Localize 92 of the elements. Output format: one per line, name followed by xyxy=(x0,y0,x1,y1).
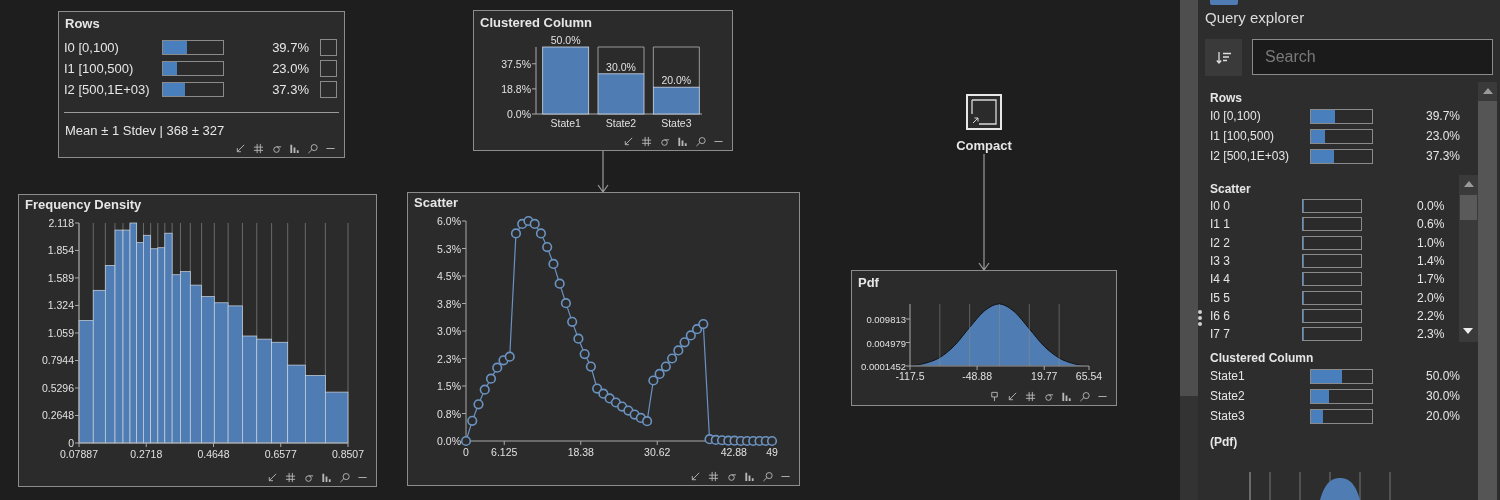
axis-label: 0 xyxy=(68,437,74,449)
item-label: I0 0 xyxy=(1210,199,1231,214)
card-title: Scatter xyxy=(413,194,460,212)
axis-label: 65.54 xyxy=(1075,370,1103,382)
share-value: 37.3% xyxy=(1424,149,1460,163)
axis-label: State1 xyxy=(550,117,581,129)
axis-label: 0.7944 xyxy=(41,354,74,367)
axis-label: 0.0% xyxy=(507,108,531,120)
axis-label: 1.854 xyxy=(47,244,74,257)
card-title: Rows xyxy=(64,15,101,33)
share-value: 20.0% xyxy=(1424,409,1460,423)
axis-label: 0.07887 xyxy=(60,448,98,460)
axis-label: 2.118 xyxy=(48,217,74,229)
item-label: State1 xyxy=(1210,369,1246,383)
row-label: I1 [100,500) xyxy=(64,61,135,76)
share-value: 37.3% xyxy=(271,82,309,97)
axis-label: 0 xyxy=(463,446,469,458)
axis-label: -48.88 xyxy=(962,370,992,382)
item-label: I5 5 xyxy=(1210,290,1231,305)
axis-label: 0.2648 xyxy=(41,409,74,422)
share-value: 1.4% xyxy=(1416,254,1445,269)
axis-label: 2.3% xyxy=(437,352,461,365)
axis-label: 0.0001452 xyxy=(861,361,906,372)
axis-label: 0.004979 xyxy=(866,337,906,349)
value-label: 20.0% xyxy=(661,74,692,87)
section-title: (Pdf) xyxy=(1210,434,1238,450)
axis-label: 42.88 xyxy=(720,446,747,458)
item-label: I0 [0,100) xyxy=(1210,109,1262,123)
section-title: Clustered Column xyxy=(1210,350,1314,366)
row-label: I0 [0,100) xyxy=(64,40,120,55)
section-title: Scatter xyxy=(1210,181,1251,197)
axis-label: 3.0% xyxy=(437,325,461,337)
item-label: I1 [100,500) xyxy=(1210,129,1276,143)
axis-label: 37.5% xyxy=(501,57,531,70)
item-label: I7 7 xyxy=(1210,327,1231,342)
axis-label: 0.8507 xyxy=(331,448,365,460)
item-label: I2 [500,1E+03) xyxy=(1210,149,1291,163)
search-field[interactable]: Search xyxy=(1252,39,1493,75)
row-label: I2 [500,1E+03) xyxy=(64,82,151,97)
axis-label: 5.3% xyxy=(437,242,461,255)
axis-label: 0.4648 xyxy=(197,448,230,460)
value-label: 30.0% xyxy=(606,60,636,73)
share-value: 1.0% xyxy=(1416,235,1445,250)
axis-label: 0.0% xyxy=(437,435,461,447)
share-value: 2.2% xyxy=(1416,308,1445,323)
axis-label: 1.5% xyxy=(437,380,461,392)
axis-label: 0.009813 xyxy=(866,314,906,325)
axis-label: -117.5 xyxy=(895,370,925,382)
card-title: Pdf xyxy=(857,274,880,292)
axis-label: 3.8% xyxy=(437,297,461,310)
share-value: 2.3% xyxy=(1416,327,1445,342)
axis-label: 6.125 xyxy=(491,446,518,458)
share-value: 39.7% xyxy=(271,40,309,55)
item-label: I6 6 xyxy=(1210,308,1231,323)
share-value: 0.6% xyxy=(1416,217,1445,232)
axis-label: 4.5% xyxy=(437,270,461,282)
axis-label: 49 xyxy=(766,446,778,458)
axis-label: 18.38 xyxy=(567,446,594,458)
axis-label: 1.324 xyxy=(47,299,74,312)
item-label: I4 4 xyxy=(1210,272,1231,287)
item-label: State3 xyxy=(1210,409,1246,423)
panel-title: Query explorer xyxy=(1205,9,1305,27)
item-label: I3 3 xyxy=(1210,254,1231,269)
axis-label: State3 xyxy=(661,117,692,129)
axis-label: 19.77 xyxy=(1031,370,1058,382)
share-value: 2.0% xyxy=(1416,290,1445,305)
axis-label: 1.059 xyxy=(47,327,74,339)
share-value: 50.0% xyxy=(1424,369,1460,383)
share-value: 23.0% xyxy=(1424,129,1460,143)
item-label: I2 2 xyxy=(1210,235,1231,250)
axis-label: 0.2718 xyxy=(130,448,163,460)
share-value: 23.0% xyxy=(271,61,309,76)
item-label: I1 1 xyxy=(1210,217,1231,232)
axis-label: State2 xyxy=(605,117,637,129)
share-value: 0.0% xyxy=(1416,199,1445,214)
value-label: 50.0% xyxy=(550,34,581,46)
summary-text: Mean ± 1 Stdev | 368 ± 327 xyxy=(64,122,226,138)
axis-label: 0.8% xyxy=(437,407,461,420)
share-value: 30.0% xyxy=(1424,389,1460,403)
axis-label: 0.5296 xyxy=(41,382,74,394)
axis-label: 1.589 xyxy=(47,271,74,284)
card-title: Frequency Density xyxy=(24,196,143,214)
section-title: Rows xyxy=(1210,90,1242,106)
card-title: Clustered Column xyxy=(479,14,593,32)
axis-label: 6.0% xyxy=(437,215,461,227)
node-label: Compact xyxy=(956,138,1012,153)
item-label: State2 xyxy=(1210,389,1246,403)
share-value: 1.7% xyxy=(1416,272,1445,287)
axis-label: 0.6577 xyxy=(264,448,297,460)
axis-label: 18.8% xyxy=(501,82,531,95)
axis-label: 30.62 xyxy=(644,446,671,458)
share-value: 39.7% xyxy=(1424,109,1460,123)
